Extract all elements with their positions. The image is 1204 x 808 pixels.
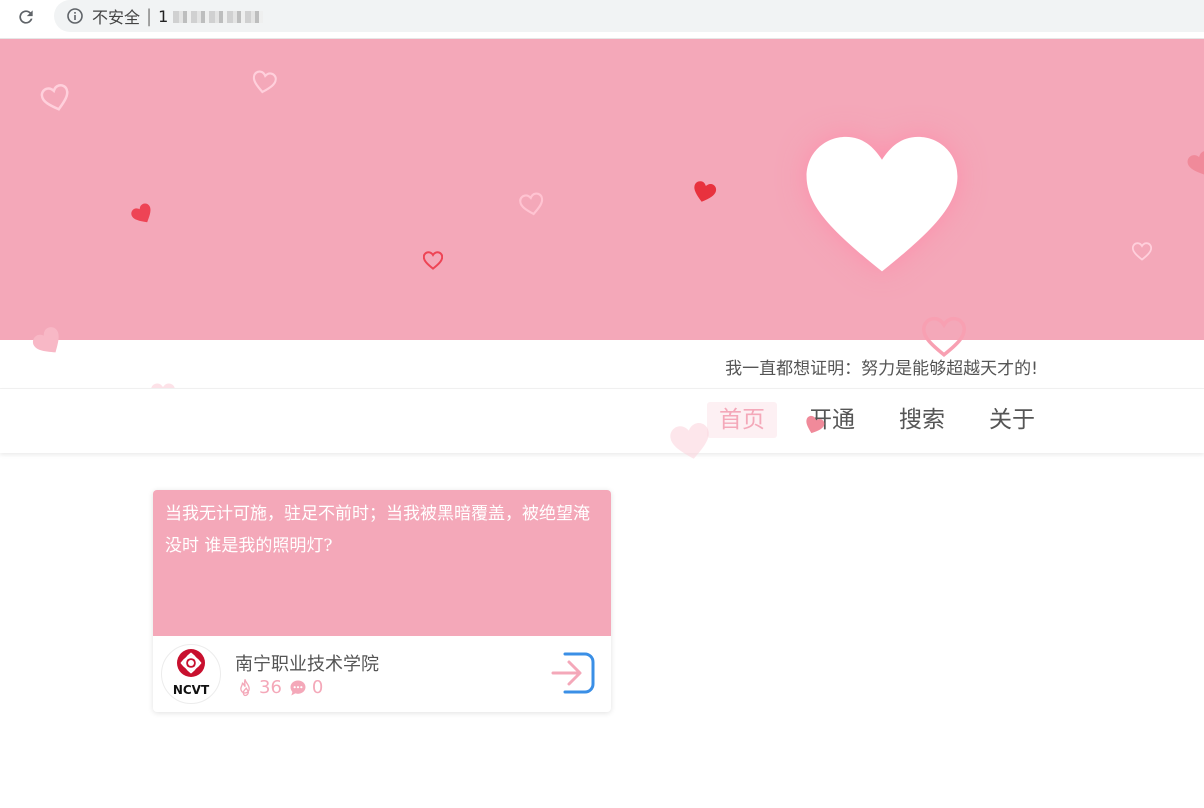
post-card[interactable]: 当我无计可施，驻足不前时；当我被黑暗覆盖，被绝望淹没时 谁是我的照明灯? NCV… <box>153 490 611 712</box>
info-icon[interactable] <box>66 7 84 25</box>
svg-text:NCVT: NCVT <box>173 683 210 697</box>
url-redacted <box>173 11 264 23</box>
url-separator: | <box>146 5 153 27</box>
avatar[interactable]: NCVT <box>161 644 221 704</box>
card-stats: 36 0 <box>235 677 323 698</box>
reload-icon[interactable] <box>14 5 38 29</box>
comment-count: 0 <box>311 677 324 698</box>
heart-icon <box>131 203 151 223</box>
heart-icon <box>519 192 544 216</box>
security-label: 不安全 <box>92 8 141 27</box>
url-text[interactable]: 1 <box>158 7 264 26</box>
heart-icon <box>423 251 443 270</box>
enter-icon[interactable] <box>551 650 597 696</box>
card-header[interactable]: 当我无计可施，驻足不前时；当我被黑暗覆盖，被绝望淹没时 谁是我的照明灯? <box>153 490 611 636</box>
nav-item-about[interactable]: 关于 <box>977 402 1047 438</box>
heart-icon <box>806 136 958 272</box>
main-nav: 首页 开通 搜索 关于 <box>0 389 1204 453</box>
heart-icon <box>1187 150 1204 175</box>
browser-toolbar: 不安全 | 1 <box>0 0 1204 39</box>
hot-count: 36 <box>259 677 282 698</box>
heart-icon <box>252 70 277 94</box>
heart-icon <box>1132 242 1152 261</box>
slogan-bar: 我一直都想证明：努力是能够超越天才的! <box>0 340 1204 389</box>
school-logo-icon: NCVT <box>173 649 210 697</box>
heart-icon <box>670 423 709 459</box>
comment-icon <box>290 680 306 695</box>
school-name[interactable]: 南宁职业技术学院 <box>235 650 379 676</box>
nav-item-search[interactable]: 搜索 <box>887 402 957 438</box>
address-bar[interactable]: 不安全 | 1 <box>54 0 1204 32</box>
heart-icon <box>40 84 69 111</box>
flame-icon <box>240 678 250 696</box>
nav-item-home[interactable]: 首页 <box>707 402 777 438</box>
card-text: 当我无计可施，驻足不前时；当我被黑暗覆盖，被绝望淹没时 谁是我的照明灯? <box>165 504 590 556</box>
slogan-text: 我一直都想证明：努力是能够超越天才的! <box>725 359 1038 379</box>
heart-icon <box>694 181 717 202</box>
hero-banner <box>0 39 1204 340</box>
